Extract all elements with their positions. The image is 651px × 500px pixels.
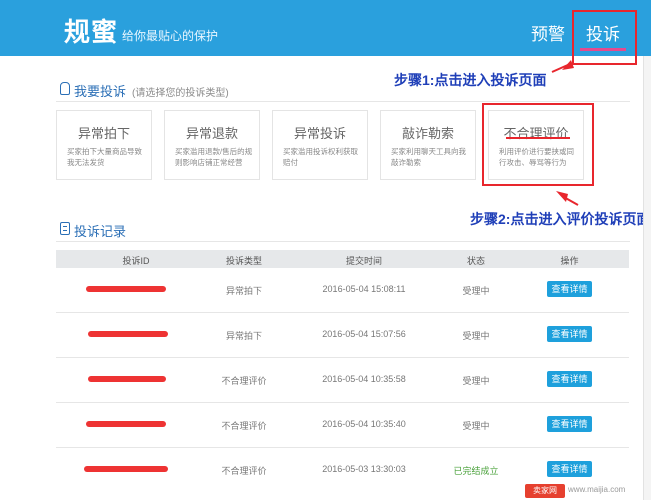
highlight-box-nav: [572, 10, 637, 65]
scrollbar[interactable]: [643, 56, 651, 500]
page: 规蜜 给你最贴心的保护 预警 投诉 步骤1:点击进入投诉页面 步骤2:点击进入评…: [0, 0, 651, 500]
card-title: 敲诈勒索: [401, 126, 454, 141]
brand-logo: 规蜜: [64, 17, 119, 47]
table-row: 不合理评价 2016-05-04 10:35:40 受理中 查看详情: [56, 403, 629, 448]
cell-status: 受理中: [462, 421, 490, 431]
card-desc: 买家拍下大量商品导致我无法发货: [67, 147, 142, 167]
table-header: 投诉ID 投诉类型 提交时间 状态 操作: [56, 250, 629, 268]
view-detail-button[interactable]: 查看详情: [547, 326, 592, 342]
cell-status: 受理中: [462, 286, 490, 296]
view-detail-button[interactable]: 查看详情: [547, 416, 592, 432]
redacted-id: [84, 466, 168, 472]
cell-status: 受理中: [462, 331, 490, 341]
redacted-id: [86, 286, 166, 292]
cell-type: 不合理评价: [221, 376, 267, 386]
cell-type: 不合理评价: [221, 421, 267, 431]
redacted-id: [88, 376, 166, 382]
table-row: 不合理评价 2016-05-04 10:35:58 受理中 查看详情: [56, 358, 629, 403]
divider: [56, 101, 630, 102]
card-desc: 买家滥用退款/售后的规则影响店铺正常经营: [175, 147, 253, 167]
complain-hint: (请选择您的投诉类型): [132, 88, 229, 99]
cell-time: 2016-05-04 15:07:56: [322, 329, 406, 339]
col-header-status: 状态: [466, 256, 485, 266]
cell-status: 已完结成立: [453, 466, 499, 476]
col-header-type: 投诉类型: [225, 256, 262, 266]
records-section-title: 投诉记录: [60, 221, 126, 240]
annotation-step2: 步骤2:点击进入评价投诉页面: [470, 211, 651, 227]
view-detail-button[interactable]: 查看详情: [547, 371, 592, 387]
complain-title-text: 我要投诉: [74, 84, 127, 99]
highlight-box-card: [482, 103, 594, 186]
nav-warn-link[interactable]: 预警: [531, 20, 565, 45]
card-title: 异常退款: [185, 126, 238, 141]
records-title-text: 投诉记录: [74, 224, 127, 239]
redacted-id: [88, 331, 168, 337]
card-abnormal-refund[interactable]: 异常退款 买家滥用退款/售后的规则影响店铺正常经营: [164, 110, 260, 180]
brand-slogan: 给你最贴心的保护: [122, 29, 219, 43]
cell-status: 受理中: [462, 376, 490, 386]
annotation-step1: 步骤1:点击进入投诉页面: [394, 72, 547, 88]
card-abnormal-order[interactable]: 异常拍下 买家拍下大量商品导致我无法发货: [56, 110, 152, 180]
table-row: 异常拍下 2016-05-04 15:08:11 受理中 查看详情: [56, 268, 629, 313]
card-desc: 买家滥用投诉权利获取赔付: [283, 147, 358, 167]
cell-time: 2016-05-04 10:35:40: [322, 419, 406, 429]
card-desc: 买家利用聊天工具向我敲诈勒索: [391, 147, 466, 167]
cell-time: 2016-05-04 10:35:58: [322, 374, 406, 384]
view-detail-button[interactable]: 查看详情: [547, 281, 592, 297]
card-extortion[interactable]: 敲诈勒索 买家利用聊天工具向我敲诈勒索: [380, 110, 476, 180]
card-abnormal-complaint[interactable]: 异常投诉 买家滥用投诉权利获取赔付: [272, 110, 368, 180]
cell-time: 2016-05-04 15:08:11: [322, 284, 406, 294]
watermark-badge: 卖家网: [525, 484, 565, 498]
card-title: 异常投诉: [293, 126, 346, 141]
arrow-step2-head: [556, 191, 568, 202]
table-row: 异常拍下 2016-05-04 15:07:56 受理中 查看详情: [56, 313, 629, 358]
col-header-action: 操作: [560, 256, 579, 266]
complain-section-title: 我要投诉 (请选择您的投诉类型): [60, 81, 229, 100]
cell-time: 2016-05-03 13:30:03: [322, 464, 406, 474]
arrow-step1: [551, 63, 571, 73]
view-detail-button[interactable]: 查看详情: [547, 461, 592, 477]
top-header: 规蜜 给你最贴心的保护 预警 投诉: [0, 0, 651, 56]
cell-type: 异常拍下: [225, 286, 262, 296]
col-header-time: 提交时间: [345, 256, 382, 266]
divider: [56, 241, 630, 242]
redacted-id: [86, 421, 166, 427]
card-title: 异常拍下: [77, 126, 130, 141]
watermark-url: www.maijia.com: [568, 485, 626, 494]
cell-type: 不合理评价: [221, 466, 267, 476]
cell-type: 异常拍下: [225, 331, 262, 341]
col-header-id: 投诉ID: [122, 256, 150, 266]
arrow-step2: [561, 195, 579, 206]
